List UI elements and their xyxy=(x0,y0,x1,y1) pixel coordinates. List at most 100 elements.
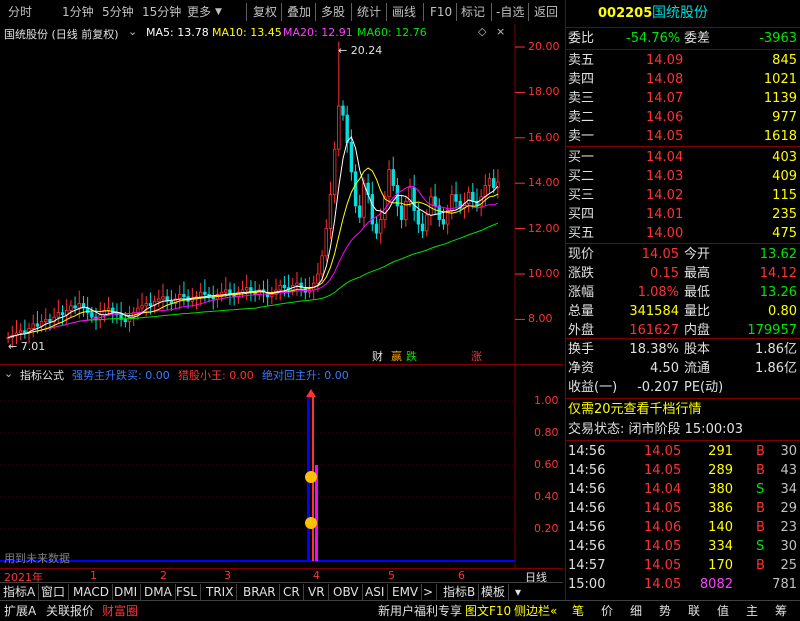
trade-status: 交易状态: 闭市阶段 15:00:03 xyxy=(568,422,744,437)
quote-stat2-row: 净资 4.50 流通 1.86亿 xyxy=(568,361,797,376)
month-1: 1 xyxy=(90,569,97,582)
tab-15min[interactable]: 15分钟 xyxy=(142,4,181,20)
chevron-down-icon[interactable]: ▼ xyxy=(215,4,222,20)
tab-1min[interactable]: 1分钟 xyxy=(62,4,94,20)
depth-promo[interactable]: 仅需20元查看千档行情 xyxy=(566,400,800,419)
ask-level-row: 卖五 14.09 845 xyxy=(568,53,797,68)
tab-main[interactable]: 主 xyxy=(746,603,758,619)
indicator-chart[interactable]: ⌄ 指标公式 强势主升跌买: 0.00 猎股小王: 0.00 绝对回主升: 0.… xyxy=(0,364,563,569)
expand-a-button[interactable]: 扩展A xyxy=(4,603,36,619)
date-axis: 2021年 1 2 3 4 5 6 日线 xyxy=(0,568,563,584)
tab-vr[interactable]: VR xyxy=(305,584,329,600)
tick-row: 15:00 14.05 8082 781 xyxy=(568,577,797,592)
add-watchlist-button[interactable]: -自选 xyxy=(496,4,524,20)
indicator-strong-rise: 强势主升跌买: 0.00 xyxy=(72,369,170,382)
tab-detail[interactable]: 细 xyxy=(630,603,642,619)
price-tick-label: 14.00 xyxy=(528,176,560,190)
tab-template[interactable]: 模板 xyxy=(478,584,510,600)
chevron-down-icon[interactable]: ▾ xyxy=(512,584,524,600)
tick-row: 14:56 14.06 140 B 23 xyxy=(568,520,797,535)
tab-emv[interactable]: EMV xyxy=(389,584,423,600)
tab-indicator-b[interactable]: 指标B xyxy=(440,584,480,600)
candle-body xyxy=(425,214,429,232)
stats-button[interactable]: 统计 xyxy=(357,4,381,20)
month-5: 5 xyxy=(388,569,395,582)
overlay-button[interactable]: 叠加 xyxy=(287,4,311,20)
tick-row: 14:56 14.05 334 S 30 xyxy=(568,539,797,554)
rise-marker[interactable]: 涨 xyxy=(471,348,482,364)
tick-row: 14:56 14.05 386 B 29 xyxy=(568,501,797,516)
candle-body xyxy=(282,284,287,289)
finance-marker[interactable]: 财 xyxy=(372,348,383,364)
diamond-icon[interactable]: ◇ xyxy=(478,25,486,38)
tab-related[interactable]: 联 xyxy=(688,603,700,619)
sidebar-toggle[interactable]: 侧边栏« xyxy=(514,603,557,619)
tab-chips[interactable]: 筹 xyxy=(775,603,787,619)
mark-button[interactable]: 标记 xyxy=(461,4,485,20)
ma60-label: MA60: 12.76 xyxy=(357,26,427,39)
candle-body xyxy=(492,178,496,189)
tab-dma[interactable]: DMA xyxy=(141,584,176,600)
multi-stock-button[interactable]: 多股 xyxy=(321,4,345,20)
month-2: 2 xyxy=(160,569,167,582)
candle-body xyxy=(77,303,81,309)
tab-intraday[interactable]: 分时 xyxy=(8,4,32,20)
candle-body xyxy=(399,205,404,220)
tab-macd[interactable]: MACD xyxy=(70,584,113,600)
new-user-promo[interactable]: 新用户福利专享 xyxy=(378,603,462,619)
chevron-down-icon[interactable]: ⌄ xyxy=(128,25,137,38)
candle-body xyxy=(441,219,446,225)
fall-marker[interactable]: 跌 xyxy=(406,348,417,364)
tab-tick[interactable]: 笔 xyxy=(572,603,584,619)
candle-body xyxy=(332,148,337,195)
related-quotes-button[interactable]: 关联报价 xyxy=(46,603,94,619)
tab-trix[interactable]: TRIX xyxy=(203,584,238,600)
indicator-tick-label: 0.20 xyxy=(534,522,559,535)
candle-body xyxy=(391,169,395,186)
restore-right-button[interactable]: 复权 xyxy=(253,4,277,20)
tab-asi[interactable]: ASI xyxy=(362,584,389,600)
quote-stat-row: 总量 341584 量比 0.80 xyxy=(568,304,797,319)
win-marker[interactable]: 赢 xyxy=(391,348,402,364)
quote-stat2-row: 换手 18.38% 股本 1.86亿 xyxy=(568,342,797,357)
f10-graphic-button[interactable]: 图文F10 xyxy=(465,603,511,619)
kline-chart[interactable]: 国统股份 (日线 前复权) ⌄ MA5: 13.78 MA10: 13.45 M… xyxy=(0,24,563,364)
collapse-icon[interactable]: ⌄ xyxy=(4,367,13,380)
candle-body xyxy=(148,303,153,307)
tab-brar[interactable]: BRAR xyxy=(240,584,280,600)
candle-body xyxy=(454,194,458,202)
candle-body xyxy=(136,307,140,313)
tab-fsl[interactable]: FSL xyxy=(173,584,201,600)
back-button[interactable]: 返回 xyxy=(534,4,558,20)
wealth-circle-button[interactable]: 财富圈 xyxy=(102,603,138,619)
price-tick-label: 12.00 xyxy=(528,221,560,235)
draw-line-button[interactable]: 画线 xyxy=(392,4,416,20)
f10-button[interactable]: F10 xyxy=(430,4,452,20)
candle-body xyxy=(278,284,282,291)
tab-more[interactable]: 更多 xyxy=(187,4,211,20)
close-icon[interactable]: × xyxy=(496,25,505,38)
tab-dmi[interactable]: DMI xyxy=(111,584,142,600)
candle-body xyxy=(157,298,161,302)
ma10-label: MA10: 13.45 xyxy=(212,26,282,39)
tab-next[interactable]: > xyxy=(420,584,438,600)
ask-level-row: 卖一 14.05 1618 xyxy=(568,129,797,144)
tab-cr[interactable]: CR xyxy=(280,584,304,600)
tab-price[interactable]: 价 xyxy=(601,603,613,619)
candle-body xyxy=(198,291,203,298)
tab-obv[interactable]: OBV xyxy=(330,584,363,600)
tab-indicator-a[interactable]: 指标A xyxy=(0,584,40,600)
tab-5min[interactable]: 5分钟 xyxy=(102,4,134,20)
tab-trend[interactable]: 势 xyxy=(659,603,671,619)
candle-body xyxy=(48,318,52,323)
candle-body xyxy=(429,196,433,216)
tab-value[interactable]: 值 xyxy=(717,603,729,619)
tab-window[interactable]: 窗口 xyxy=(38,584,70,600)
candle-body xyxy=(69,305,73,311)
candle-body xyxy=(378,219,383,234)
candle-body xyxy=(362,182,366,218)
low-price-label: ← 7.01 xyxy=(8,340,46,353)
candle-body xyxy=(270,294,274,298)
future-data-watermark: 用到未来数据 xyxy=(4,552,70,565)
ask-level-row: 卖四 14.08 1021 xyxy=(568,72,797,87)
